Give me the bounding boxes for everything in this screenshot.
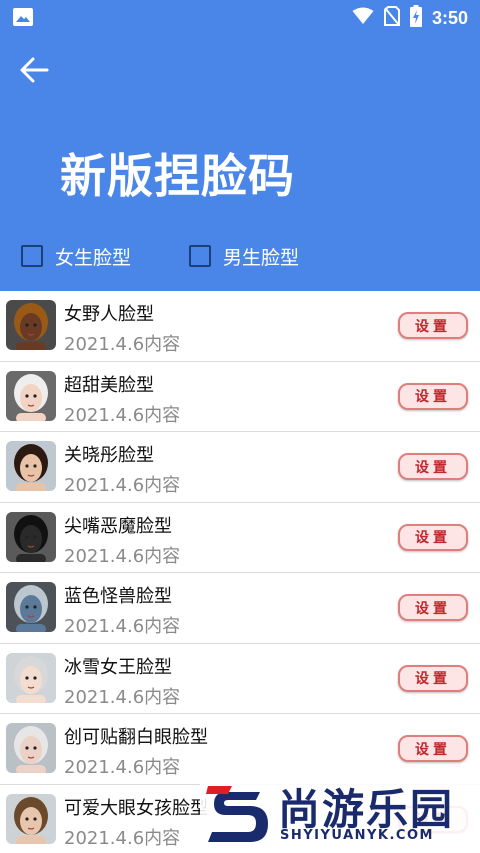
- watermark: 尚游乐园 SHYIYUANYK.COM: [200, 772, 480, 853]
- status-bar: 3:50: [0, 0, 480, 36]
- item-name: 超甜美脸型: [64, 374, 154, 396]
- set-button[interactable]: 设置: [398, 523, 468, 551]
- checkbox-icon: [189, 245, 211, 267]
- list-item: 超甜美脸型 2021.4.6内容 设置: [0, 361, 480, 432]
- back-button[interactable]: [16, 52, 52, 88]
- filter-bar: 女生脸型 男生脸型: [0, 238, 480, 274]
- item-date: 2021.4.6内容: [64, 616, 181, 637]
- avatar: [6, 441, 56, 491]
- filter-male-checkbox[interactable]: 男生脸型: [189, 238, 299, 274]
- set-button[interactable]: 设置: [398, 735, 468, 762]
- avatar: [6, 723, 56, 773]
- set-button[interactable]: 设置: [398, 664, 468, 692]
- page-title: 新版捏脸码: [60, 149, 295, 203]
- checkbox-icon: [21, 245, 43, 267]
- item-name: 关晓彤脸型: [64, 445, 154, 466]
- set-button[interactable]: 设置: [398, 453, 468, 480]
- item-name: 女野人脸型: [64, 304, 154, 325]
- item-name: 创可贴翻白眼脸型: [64, 727, 208, 748]
- item-date: 2021.4.6内容: [64, 545, 181, 567]
- list-item: 女野人脸型 2021.4.6内容 设置: [0, 291, 480, 362]
- item-date: 2021.4.6内容: [64, 334, 181, 355]
- item-name: 蓝色怪兽脸型: [64, 586, 172, 607]
- avatar: [6, 370, 56, 421]
- image-icon: [13, 8, 33, 26]
- item-name: 尖嘴恶魔脸型: [64, 515, 172, 537]
- no-sim-icon: [383, 6, 400, 30]
- avatar: [6, 511, 56, 562]
- avatar: [6, 582, 56, 632]
- battery-charging-icon: [409, 5, 422, 31]
- set-button[interactable]: 设置: [398, 594, 468, 621]
- item-date: 2021.4.6内容: [64, 686, 181, 708]
- list-item: 蓝色怪兽脸型 2021.4.6内容 设置: [0, 573, 480, 644]
- item-date: 2021.4.6内容: [64, 827, 181, 849]
- wifi-icon: [352, 7, 374, 29]
- avatar: [6, 652, 56, 703]
- status-time: 3:50: [431, 7, 468, 28]
- list-item: 尖嘴恶魔脸型 2021.4.6内容 设置: [0, 502, 480, 573]
- item-date: 2021.4.6内容: [64, 404, 181, 426]
- set-button[interactable]: 设置: [398, 382, 468, 410]
- item-name: 冰雪女王脸型: [64, 656, 172, 678]
- item-name: 可爱大眼女孩脸型: [64, 797, 208, 819]
- list-item: 冰雪女王脸型 2021.4.6内容 设置: [0, 643, 480, 714]
- set-button[interactable]: 设置: [398, 312, 468, 339]
- item-date: 2021.4.6内容: [64, 475, 181, 496]
- filter-label: 男生脸型: [223, 246, 300, 269]
- filter-female-checkbox[interactable]: 女生脸型: [21, 238, 131, 274]
- avatar: [6, 300, 56, 350]
- filter-label: 女生脸型: [55, 246, 132, 269]
- face-code-list: 女野人脸型 2021.4.6内容 设置 超甜美脸型 2021.4.6内容 设置 关晓彤脸型 2…: [0, 291, 480, 853]
- avatar: [6, 793, 56, 844]
- arrow-left-icon: [20, 57, 49, 83]
- list-item: 关晓彤脸型 2021.4.6内容 设置: [0, 432, 480, 503]
- watermark-url: SHYIYUANYK.COM: [280, 828, 434, 843]
- site-logo-icon: [206, 786, 268, 842]
- item-date: 2021.4.6内容: [64, 757, 181, 778]
- app-header: 3:50 新版捏脸码 女生脸型 男生脸型: [0, 0, 480, 291]
